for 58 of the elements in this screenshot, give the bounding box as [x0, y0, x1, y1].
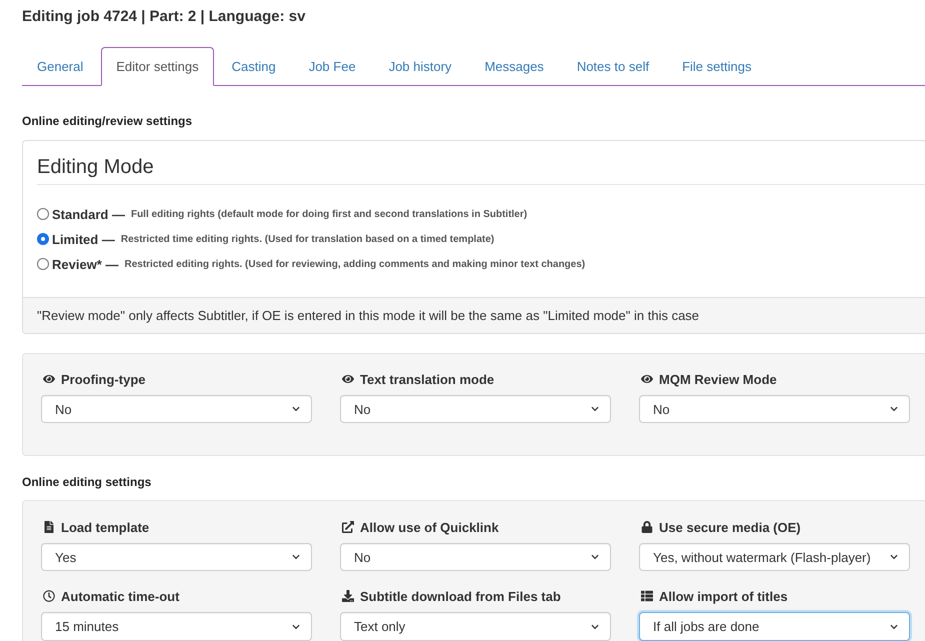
radio-button[interactable]: [37, 258, 49, 270]
field-label: Text translation mode: [360, 372, 494, 386]
field-label: Allow use of Quicklink: [360, 520, 499, 534]
field-label: MQM Review Mode: [659, 372, 777, 386]
panel-title: Editing Mode: [37, 155, 925, 185]
field-label: Subtitle download from Files tab: [360, 588, 561, 604]
dropdown[interactable]: 15 minutes: [41, 612, 312, 641]
tab[interactable]: Editor settings: [101, 47, 214, 86]
chevron-down-icon: [291, 405, 301, 413]
eye-icon: [43, 373, 55, 385]
lock-icon: [641, 521, 653, 533]
field-label: Load template: [61, 520, 150, 534]
tab[interactable]: Casting: [216, 47, 291, 86]
chevron-down-icon: [889, 622, 899, 630]
tab[interactable]: Messages: [470, 47, 559, 86]
dropdown[interactable]: No: [639, 395, 910, 423]
field-label: Automatic time-out: [61, 588, 180, 604]
radio-label[interactable]: Limited —: [52, 232, 115, 246]
radio-label[interactable]: Review* —: [52, 256, 118, 272]
external-link-icon: [342, 521, 354, 533]
section-heading: Online editing settings: [22, 474, 152, 490]
field-label: Use secure media (OE): [659, 520, 801, 534]
tab[interactable]: Job Fee: [294, 47, 371, 86]
page-title: Editing job 4724 | Part: 2 | Language: sv: [22, 8, 306, 26]
field-label: Proofing-type: [61, 372, 146, 386]
tab[interactable]: General: [22, 47, 98, 86]
dropdown[interactable]: Yes, without watermark (Flash-player): [639, 543, 910, 571]
dropdown[interactable]: Yes: [41, 543, 312, 571]
panel-note: "Review mode" only affects Subtitler, if OE is entered in this mode it will be the same as "Limited mode" in this case: [23, 297, 925, 333]
option-description: Restricted editing rights. (Used for reviewing, adding comments and making minor text changes): [124, 258, 586, 270]
clock-icon: [43, 590, 55, 602]
download-icon: [342, 590, 354, 602]
chevron-down-icon: [291, 553, 301, 561]
dropdown[interactable]: No: [340, 543, 611, 571]
dropdown[interactable]: No: [340, 395, 611, 423]
dropdown[interactable]: No: [41, 395, 312, 423]
radio-button[interactable]: [37, 208, 49, 220]
dropdown[interactable]: Text only: [340, 612, 611, 641]
eye-icon: [641, 373, 653, 385]
chevron-down-icon: [291, 622, 301, 630]
chevron-down-icon: [590, 405, 600, 413]
chevron-down-icon: [590, 553, 600, 561]
field-label: Allow import of titles: [659, 588, 788, 604]
section-heading: Online editing/review settings: [22, 113, 194, 129]
tab[interactable]: Job history: [374, 47, 467, 86]
eye-icon: [342, 373, 354, 385]
list-icon: [641, 590, 653, 602]
document-icon: [43, 521, 55, 533]
chevron-down-icon: [889, 553, 899, 561]
tab[interactable]: Notes to self: [562, 47, 664, 86]
option-description: Full editing rights (default mode for doing first and second translations in Subtitler): [130, 208, 528, 220]
radio-button[interactable]: [37, 233, 49, 245]
option-description: Restricted time editing rights. (Used for translation based on a timed template): [120, 234, 494, 244]
chevron-down-icon: [590, 622, 600, 630]
chevron-down-icon: [889, 405, 899, 413]
tab[interactable]: File settings: [667, 47, 766, 86]
dropdown[interactable]: If all jobs are done: [639, 612, 910, 641]
radio-label[interactable]: Standard —: [52, 206, 125, 222]
